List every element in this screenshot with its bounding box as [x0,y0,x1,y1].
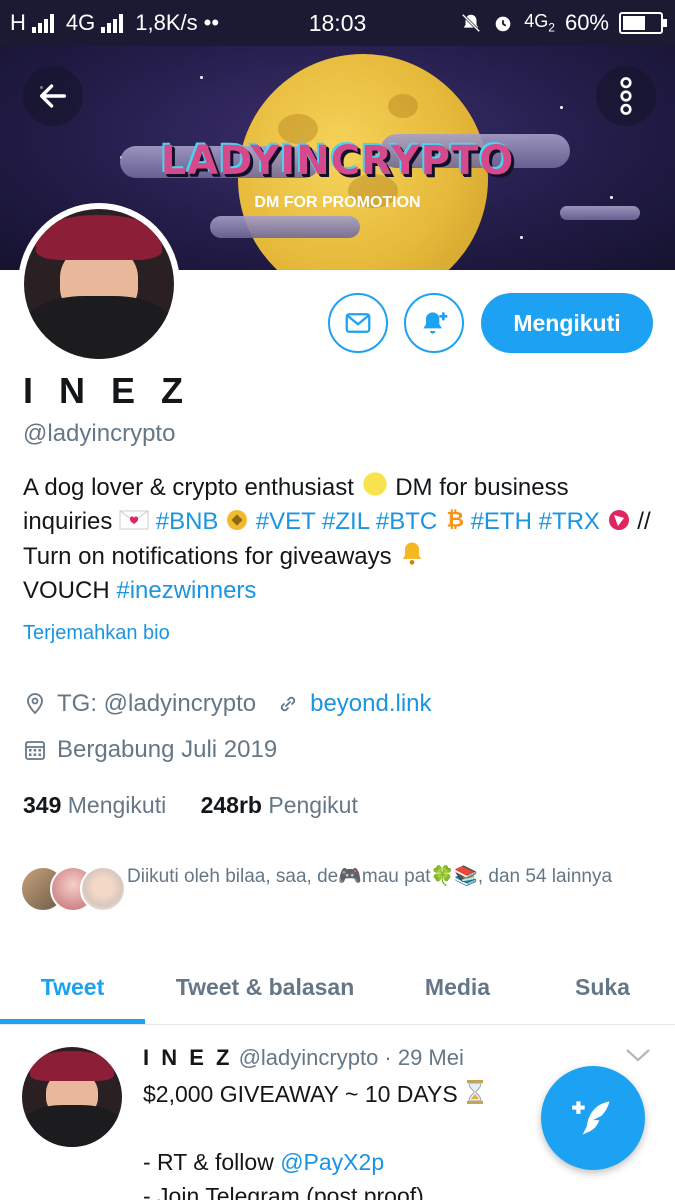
avatar-image [24,209,174,359]
status-bar: H 4G 1,8K/s •• 18:03 4G2 60% [0,0,675,46]
tron-icon [608,510,629,530]
following-label: Mengikuti [67,792,167,818]
following-button[interactable]: Mengikuti [481,293,653,353]
bitcoin-icon: ₿ [446,508,464,532]
network-4g-right: 4G2 [524,11,555,35]
network-4g-right-label: 4G [524,11,549,32]
calendar-icon [25,741,45,760]
profile-meta-row: TG: @ladyincrypto beyond.link [23,690,432,718]
location-pin-icon [27,693,43,715]
message-button[interactable] [328,293,388,353]
back-button[interactable] [23,66,83,126]
bell-emoji-icon [402,542,422,565]
followers-count-link[interactable]: 248rb Pengikut [201,792,358,818]
profile-bio: A dog lover & crypto enthusiast DM for b… [23,470,653,608]
following-count: 349 [23,792,62,818]
followers-count: 248rb [200,792,262,818]
notifications-button[interactable] [404,293,464,353]
moon-emoji-icon [362,472,387,496]
bnb-coin-icon [227,510,248,530]
tweet-line-1: $2,000 GIVEAWAY ~ 10 DAYS [143,1081,458,1107]
profile-tabs: Tweet Tweet & balasan Media Suka [0,950,675,1025]
following-count-link[interactable]: 349 Mengikuti [23,792,166,818]
tab-tweet-replies[interactable]: Tweet & balasan [145,950,385,1025]
tweet-handle-date: @ladyincrypto · 29 Mei [238,1045,464,1070]
compose-feather-icon [572,1101,610,1135]
follow-counts: 349 Mengikuti 248rb Pengikut [23,792,358,819]
hashtag-vet[interactable]: #VET [256,508,316,535]
hashtag-btc[interactable]: #BTC [376,508,437,535]
hashtag-inezwinners[interactable]: #inezwinners [116,577,256,604]
bio-text-1: A dog lover & crypto enthusiast [23,474,354,501]
follower-avatar-3 [80,866,126,912]
hashtag-trx[interactable]: #TRX [539,508,600,535]
profile-joined-date: Bergabung Juli 2019 [57,736,278,763]
tab-media[interactable]: Media [385,950,530,1025]
tweet-line-3: - Join Telegram (post proof) [143,1183,424,1200]
tab-tweet[interactable]: Tweet [0,950,145,1025]
tweet-text: $2,000 GIVEAWAY ~ 10 DAYS - RT & follow … [143,1077,543,1200]
battery-fill [623,16,645,30]
tweet-mention-link[interactable]: @PayX2p [280,1149,384,1175]
followed-by-text: Diikuti oleh bilaa, saa, de🎮mau pat🍀📚, d… [127,866,613,887]
bio-text-4: VOUCH [23,577,110,604]
profile-website-link[interactable]: beyond.link [310,690,431,718]
hashtag-zil[interactable]: #ZIL [322,508,369,535]
battery-icon [619,12,667,34]
mute-icon [462,13,481,33]
chevron-down-icon[interactable] [624,1045,652,1065]
bell-plus-icon [423,312,448,334]
tweet-line-2-prefix: - RT & follow [143,1149,274,1175]
tweet-author-name: I N E Z [143,1045,233,1070]
translate-bio-link[interactable]: Terjemahkan bio [23,622,170,645]
hashtag-bnb[interactable]: #BNB [156,508,219,535]
followers-label: Pengikut [268,792,358,818]
love-letter-emoji-icon [119,510,149,530]
network-4g-right-sub: 2 [548,20,555,35]
link-icon [280,696,296,712]
tab-likes[interactable]: Suka [530,950,675,1025]
status-right: 4G2 60% [460,10,667,36]
banner-logo-text: LADYINCRYPTO [160,138,515,184]
profile-avatar[interactable] [18,203,180,365]
active-tab-indicator [0,1019,145,1024]
tweet-author-avatar[interactable] [22,1047,122,1147]
alarm-icon [495,16,511,32]
profile-handle: @ladyincrypto [23,420,176,447]
hashtag-eth[interactable]: #ETH [471,508,532,535]
svg-text:₿: ₿ [446,508,464,532]
envelope-icon [345,313,371,333]
profile-name: I N E Z [23,370,192,411]
battery-percent: 60% [564,10,609,35]
tweet-header: I N E Z @ladyincrypto · 29 Mei [143,1045,464,1071]
profile-joined-row: Bergabung Juli 2019 [23,736,277,764]
back-arrow-icon [39,84,67,108]
hourglass-emoji-icon [467,1080,484,1104]
profile-location: TG: @ladyincrypto [57,690,257,717]
compose-tweet-button[interactable] [541,1066,645,1170]
overflow-menu-button[interactable] [596,66,656,126]
more-vertical-icon [620,77,632,115]
